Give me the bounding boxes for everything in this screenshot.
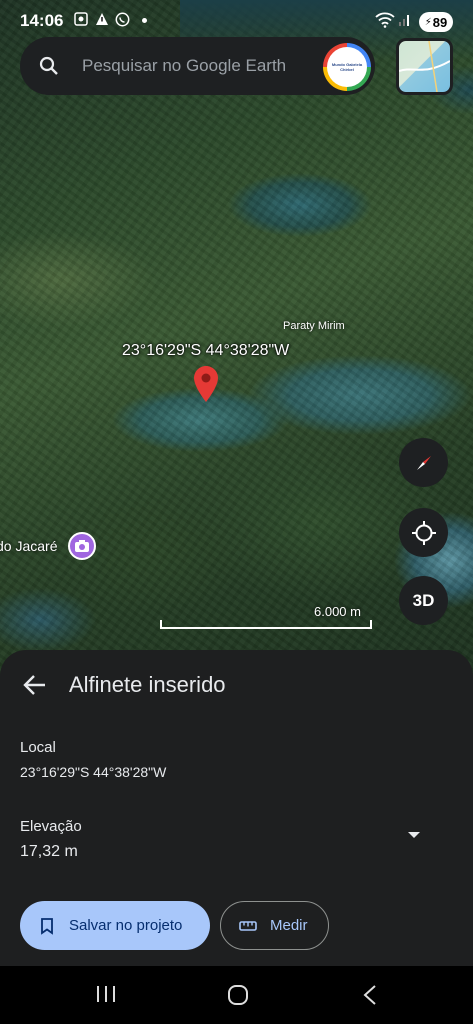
home-icon[interactable] bbox=[227, 984, 249, 1006]
bookmark-icon bbox=[41, 917, 53, 935]
scale-label: 6.000 m bbox=[314, 604, 361, 619]
signal-icon bbox=[399, 15, 409, 26]
battery-indicator: ⚡ 89 bbox=[419, 12, 453, 32]
poi-label[interactable]: do Jacaré bbox=[0, 538, 57, 554]
warning-icon bbox=[96, 13, 108, 25]
battery-level: 89 bbox=[432, 14, 448, 30]
map-pin-icon[interactable] bbox=[194, 366, 218, 402]
pin-coordinate-label: 23°16'29"S 44°38'28"W bbox=[122, 342, 290, 359]
search-icon bbox=[39, 56, 58, 75]
whatsapp-icon bbox=[115, 12, 130, 27]
place-label-paraty-mirim[interactable]: Paraty Mirim bbox=[283, 320, 345, 332]
status-time: 14:06 bbox=[20, 11, 64, 30]
location-label: Local bbox=[20, 739, 56, 756]
search-bar[interactable]: Pesquisar no Google Earth Mundo Gabriela… bbox=[20, 37, 375, 95]
status-bar: 14:06 ⚡ 89 bbox=[0, 0, 473, 40]
satellite-map[interactable]: 23°16'29"S 44°38'28"W Paraty Mirim do Ja… bbox=[0, 0, 473, 700]
elevation-value: 17,32 m bbox=[20, 843, 78, 860]
dot-icon bbox=[142, 18, 147, 23]
map-style-thumbnail-button[interactable] bbox=[396, 38, 453, 95]
wifi-icon bbox=[375, 12, 395, 28]
account-avatar[interactable]: Mundo Gabriela Chirbel bbox=[323, 43, 371, 91]
back-nav-icon[interactable] bbox=[362, 984, 378, 1006]
three-d-button[interactable]: 3D bbox=[399, 576, 448, 625]
compass-icon bbox=[416, 455, 431, 470]
compass-button[interactable] bbox=[399, 438, 448, 487]
system-navigation-bar bbox=[0, 966, 473, 1024]
my-location-button[interactable] bbox=[399, 508, 448, 557]
recent-apps-icon[interactable] bbox=[95, 984, 117, 1004]
save-to-project-button[interactable]: Salvar no projeto bbox=[20, 901, 210, 950]
back-arrow-icon[interactable] bbox=[22, 672, 48, 698]
elevation-label: Elevação bbox=[20, 818, 82, 835]
avatar-text: Mundo Gabriela Chirbel bbox=[331, 62, 363, 72]
charging-icon: ⚡ bbox=[424, 16, 432, 28]
measure-button[interactable]: Medir bbox=[220, 901, 329, 950]
location-value: 23°16'29"S 44°38'28"W bbox=[20, 764, 167, 780]
ruler-icon bbox=[239, 920, 257, 931]
camera-poi-icon[interactable] bbox=[68, 532, 96, 560]
save-to-project-label: Salvar no projeto bbox=[69, 917, 183, 934]
scale-bar bbox=[160, 620, 372, 629]
map-layer-preview-icon bbox=[399, 41, 450, 92]
screenshot-icon bbox=[74, 12, 88, 26]
expand-dropdown-icon[interactable] bbox=[406, 830, 422, 840]
pin-details-sheet: Alfinete inserido Local 23°16'29"S 44°38… bbox=[0, 650, 473, 966]
measure-label: Medir bbox=[270, 917, 308, 934]
search-placeholder[interactable]: Pesquisar no Google Earth bbox=[82, 56, 286, 76]
sheet-title: Alfinete inserido bbox=[69, 672, 226, 697]
crosshair-icon bbox=[411, 520, 436, 545]
